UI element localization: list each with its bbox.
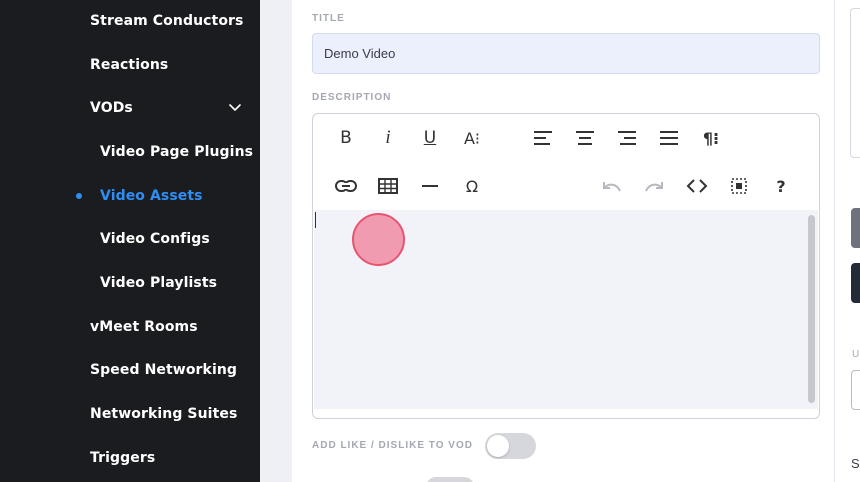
sidebar-item-label: Triggers <box>90 450 156 466</box>
sidebar-item-label: Video Playlists <box>100 275 218 291</box>
italic-button[interactable]: i <box>370 120 406 156</box>
sidebar-item-video-configs[interactable]: Video Configs <box>0 221 260 257</box>
title-input[interactable] <box>312 33 820 74</box>
rich-text-editor: B i U A⁝ ¶⁝ Ω ? <box>312 113 820 419</box>
code-view-button[interactable] <box>679 168 715 204</box>
font-size-button[interactable]: A⁝ <box>454 120 490 156</box>
sidebar: Stream Conductors Reactions VODs Video P… <box>0 0 260 482</box>
right-input-edge[interactable] <box>851 370 860 410</box>
help-button[interactable]: ? <box>763 168 799 204</box>
font-size-icon: A⁝ <box>463 128 481 148</box>
title-label: TITLE <box>312 13 345 24</box>
horizontal-rule-icon <box>422 185 438 187</box>
touch-indicator <box>352 213 405 266</box>
sidebar-item-stream-conductors[interactable]: Stream Conductors <box>0 3 260 39</box>
sidebar-item-speed-networking[interactable]: Speed Networking <box>0 352 260 388</box>
paragraph-icon: ¶⁝ <box>702 128 720 148</box>
right-card-edge <box>850 8 860 158</box>
sidebar-item-label: Video Page Plugins <box>100 144 254 160</box>
editor-scrollbar[interactable] <box>808 215 815 403</box>
redo-icon <box>645 182 663 192</box>
sidebar-item-reactions[interactable]: Reactions <box>0 47 260 83</box>
special-char-button[interactable]: Ω <box>454 168 490 204</box>
content-gutter <box>260 0 292 482</box>
help-icon: ? <box>776 176 786 196</box>
align-center-button[interactable] <box>567 120 603 156</box>
toggle-knob <box>487 435 509 457</box>
align-justify-icon <box>660 131 678 145</box>
paragraph-button[interactable]: ¶⁝ <box>693 120 729 156</box>
table-icon <box>378 178 398 194</box>
sidebar-item-label: Networking Suites <box>90 406 238 422</box>
redo-button[interactable] <box>636 168 672 204</box>
sidebar-item-video-assets[interactable]: Video Assets <box>0 178 260 214</box>
chevron-down-icon[interactable] <box>228 100 242 114</box>
undo-button[interactable] <box>594 168 630 204</box>
sidebar-item-label: Video Configs <box>100 231 210 247</box>
link-icon <box>335 180 357 192</box>
right-column: U S <box>834 0 860 482</box>
align-right-icon <box>618 131 636 145</box>
sidebar-item-vmeet-rooms[interactable]: vMeet Rooms <box>0 309 260 345</box>
align-center-icon <box>576 131 594 145</box>
select-all-icon <box>731 178 747 194</box>
table-button[interactable] <box>370 168 406 204</box>
right-text-fragment: S <box>851 456 860 471</box>
bold-icon: B <box>340 128 352 148</box>
right-button-edge[interactable] <box>851 208 860 248</box>
link-button[interactable] <box>328 168 364 204</box>
sidebar-item-video-page-plugins[interactable]: Video Page Plugins <box>0 134 260 170</box>
like-dislike-label: ADD LIKE / DISLIKE TO VOD <box>312 440 473 451</box>
sidebar-item-label: Stream Conductors <box>90 13 244 29</box>
right-dark-button-edge[interactable] <box>851 263 860 303</box>
underline-button[interactable]: U <box>412 120 448 156</box>
align-justify-button[interactable] <box>651 120 687 156</box>
sidebar-item-triggers[interactable]: Triggers <box>0 440 260 476</box>
like-dislike-toggle[interactable] <box>485 433 536 459</box>
underline-icon: U <box>423 128 437 148</box>
right-label-fragment: U <box>852 349 860 360</box>
sidebar-item-label: Video Assets <box>100 188 203 204</box>
bold-button[interactable]: B <box>328 120 364 156</box>
text-caret <box>315 212 316 228</box>
sidebar-item-vods[interactable]: VODs <box>0 90 260 126</box>
sidebar-item-label: vMeet Rooms <box>90 319 198 335</box>
code-view-icon <box>686 179 708 193</box>
sidebar-item-label: Speed Networking <box>90 362 238 378</box>
align-left-icon <box>534 131 552 145</box>
sidebar-item-label: VODs <box>90 100 133 116</box>
horizontal-rule-button[interactable] <box>412 168 448 204</box>
sidebar-item-label: Reactions <box>90 57 169 73</box>
active-indicator-dot <box>76 193 82 199</box>
select-all-button[interactable] <box>721 168 757 204</box>
sidebar-item-video-playlists[interactable]: Video Playlists <box>0 265 260 301</box>
description-label: DESCRIPTION <box>312 92 392 103</box>
undo-icon <box>603 182 621 192</box>
sidebar-item-networking-suites[interactable]: Networking Suites <box>0 396 260 432</box>
align-left-button[interactable] <box>525 120 561 156</box>
align-right-button[interactable] <box>609 120 645 156</box>
secondary-toggle[interactable] <box>426 477 474 482</box>
italic-icon: i <box>385 127 391 148</box>
special-char-icon: Ω <box>465 176 479 196</box>
